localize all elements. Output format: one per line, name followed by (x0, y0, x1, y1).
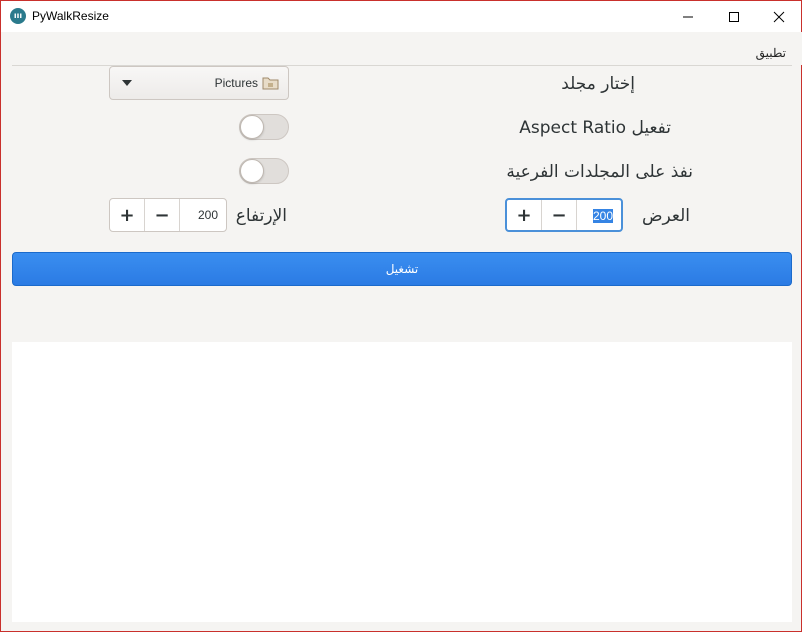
height-input[interactable]: 200 (180, 199, 226, 231)
width-spinner[interactable]: + − 200 (505, 198, 623, 232)
maximize-button[interactable] (711, 1, 757, 32)
output-log-area[interactable] (12, 342, 792, 622)
width-label: العرض (641, 206, 690, 226)
height-increment-button[interactable]: + (110, 199, 145, 231)
close-icon (773, 11, 785, 22)
title-bar[interactable]: ııı PyWalkResize (1, 1, 801, 32)
menu-item-app[interactable]: تطبيق (756, 46, 786, 60)
width-decrement-button[interactable]: − (542, 200, 577, 230)
window-title: PyWalkResize (32, 9, 109, 23)
aspect-ratio-label: تفعيل Aspect Ratio (519, 118, 671, 138)
run-button[interactable]: تشغيل (12, 252, 792, 286)
subfolders-switch[interactable] (239, 158, 289, 184)
folder-chooser-button[interactable]: Pictures (109, 66, 289, 100)
height-spinner[interactable]: + − 200 (109, 198, 227, 232)
height-label: الإرتفاع (235, 206, 287, 226)
folder-selected-value: Pictures (214, 76, 258, 90)
app-logo-icon: ııı (10, 8, 26, 24)
minimize-button[interactable] (665, 1, 711, 32)
switch-knob (240, 159, 264, 183)
aspect-ratio-switch[interactable] (239, 114, 289, 140)
maximize-icon (729, 11, 739, 22)
chevron-down-icon (122, 80, 132, 86)
close-button[interactable] (756, 1, 802, 32)
app-window: ııı PyWalkResize تطبيق إختار مجلد Pictur… (0, 0, 802, 632)
folder-icon (262, 77, 279, 90)
width-value: 200 (592, 209, 613, 223)
width-input[interactable]: 200 (577, 200, 621, 230)
height-decrement-button[interactable]: − (145, 199, 180, 231)
menu-bar: تطبيق (2, 32, 802, 65)
minimize-icon (683, 16, 693, 17)
width-increment-button[interactable]: + (507, 200, 542, 230)
folder-label: إختار مجلد (561, 74, 635, 94)
subfolders-label: نفذ على المجلدات الفرعية (506, 162, 693, 182)
switch-knob (240, 115, 264, 139)
